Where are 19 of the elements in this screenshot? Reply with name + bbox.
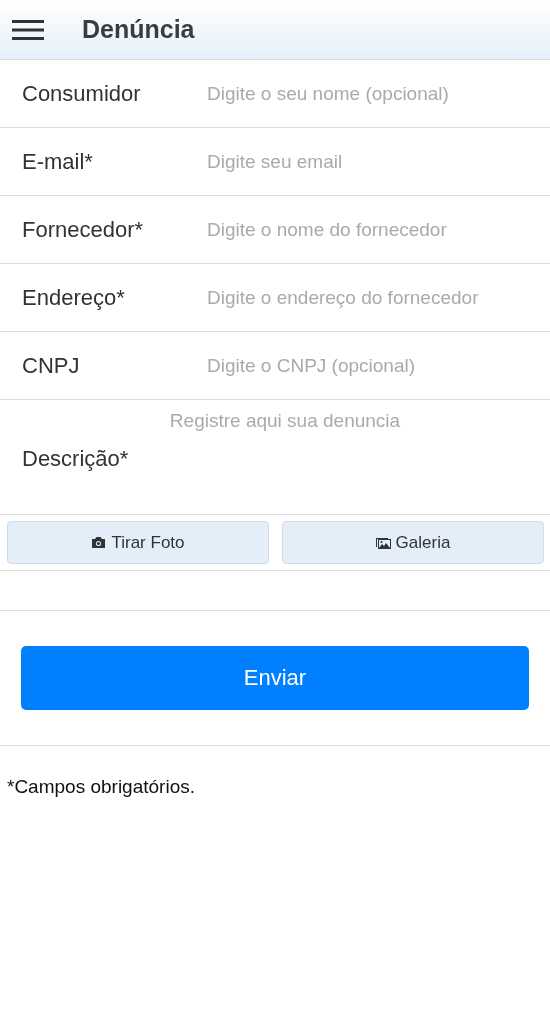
photo-button[interactable]: Tirar Foto [7,521,269,564]
camera-icon [91,536,107,549]
input-field[interactable]: Digite o CNPJ (opcional) [207,354,537,377]
input-field[interactable]: Digite o seu nome (opcional) [207,82,537,105]
input-field[interactable]: Digite o endereço do fornecedor [207,286,537,309]
field-label: Endereço* [22,284,126,311]
menu-icon[interactable] [12,17,44,42]
field-label: Descrição* [22,446,129,472]
page-title: Denúncia [82,15,195,44]
input-field[interactable]: Digite seu email [207,150,537,173]
field-label: CNPJ [22,352,81,379]
submit-button[interactable]: Enviar [21,646,529,710]
image-icon [375,536,391,549]
photo-button[interactable]: Galeria [282,521,544,564]
required-fields-note: *Campos obrigatórios. [6,775,196,798]
field-label: Consumidor [22,80,142,107]
field-label: Fornecedor* [22,216,145,243]
input-field[interactable]: Digite o nome do fornecedor [207,218,537,241]
field-label: E-mail* [22,148,94,175]
